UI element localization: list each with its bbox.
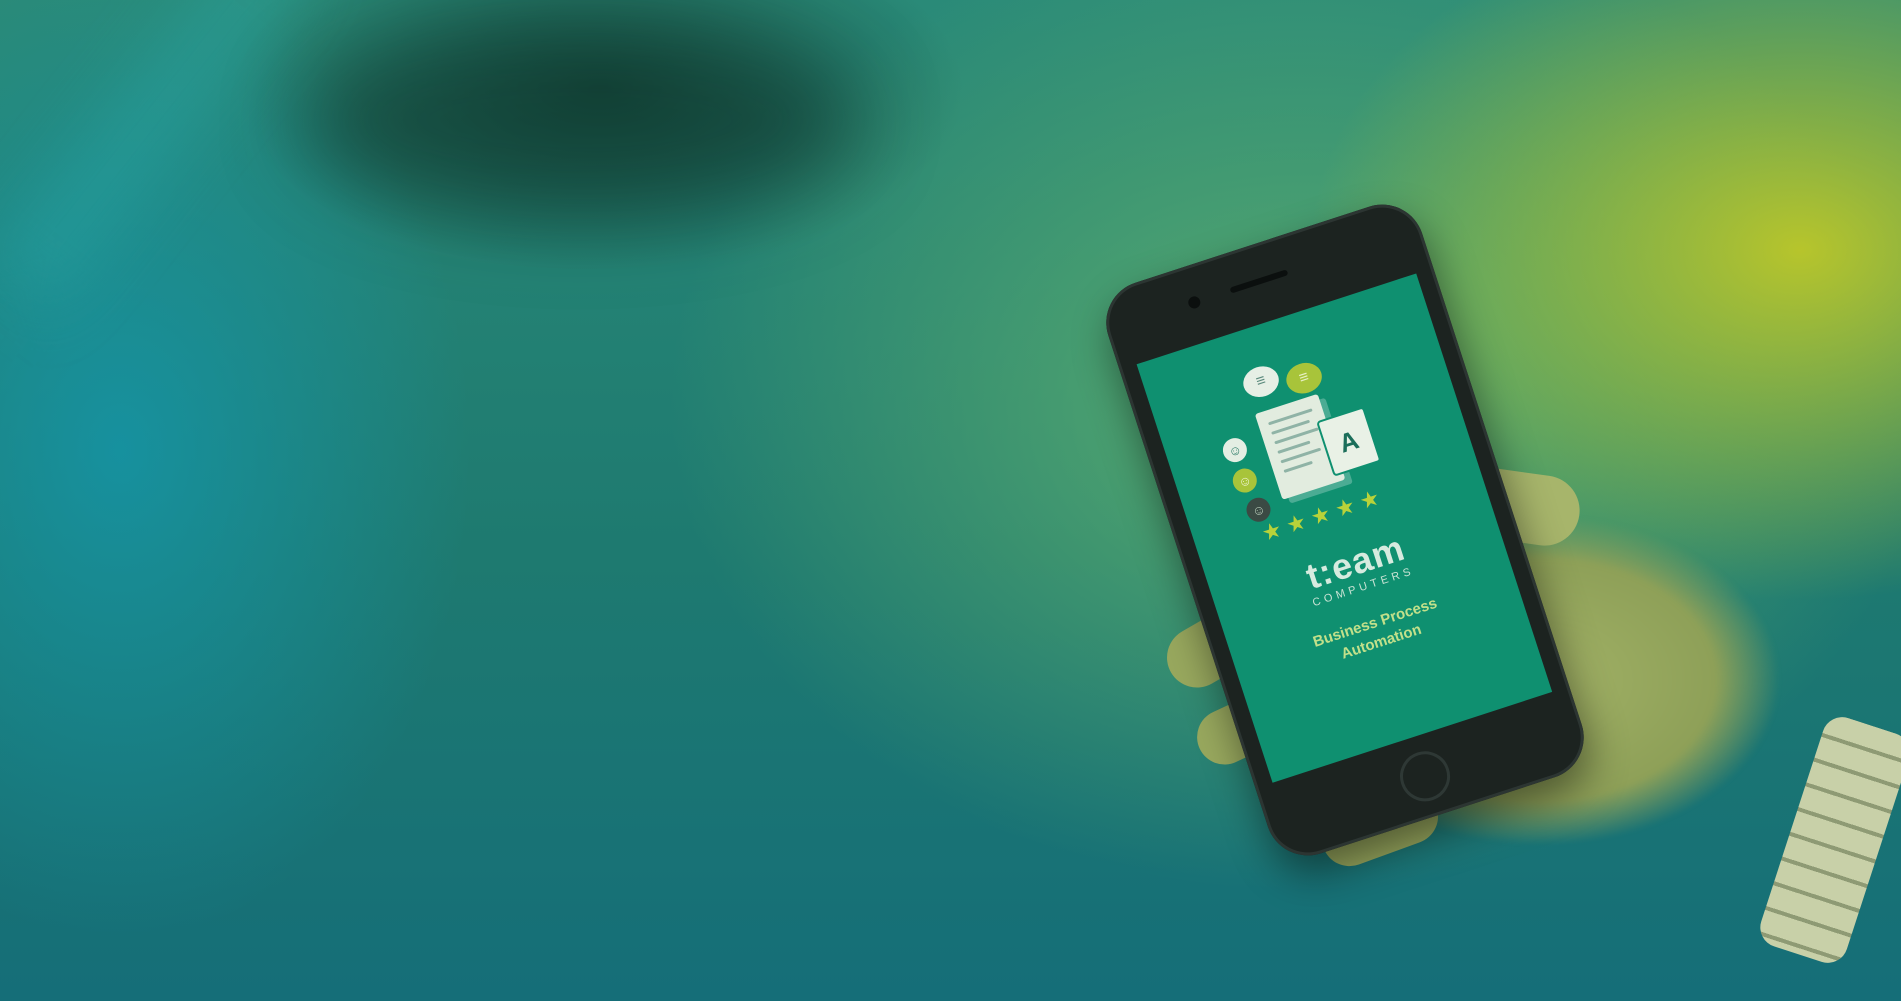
star-icon: ★ [1356,484,1383,515]
speaker-grille [1229,269,1289,294]
background-blur-shadow [300,20,860,220]
camera-icon [1186,294,1202,310]
star-icon: ★ [1282,508,1310,539]
user-icon: ☺ [1219,434,1251,466]
automation-illustration: ≡ ≡ A ☺ ☺ ☺ ★ ★ ★ ★ ★ [1184,323,1452,572]
star-icon: ★ [1331,492,1359,523]
home-button [1393,744,1457,808]
app-tagline: Business Process Automation [1311,594,1446,672]
star-icon: ★ [1307,500,1334,531]
chat-bubble-icon: ≡ [1239,361,1283,402]
star-icon: ★ [1258,516,1285,547]
chat-bubble-icon: ≡ [1282,358,1326,399]
user-icon: ☺ [1229,465,1260,496]
